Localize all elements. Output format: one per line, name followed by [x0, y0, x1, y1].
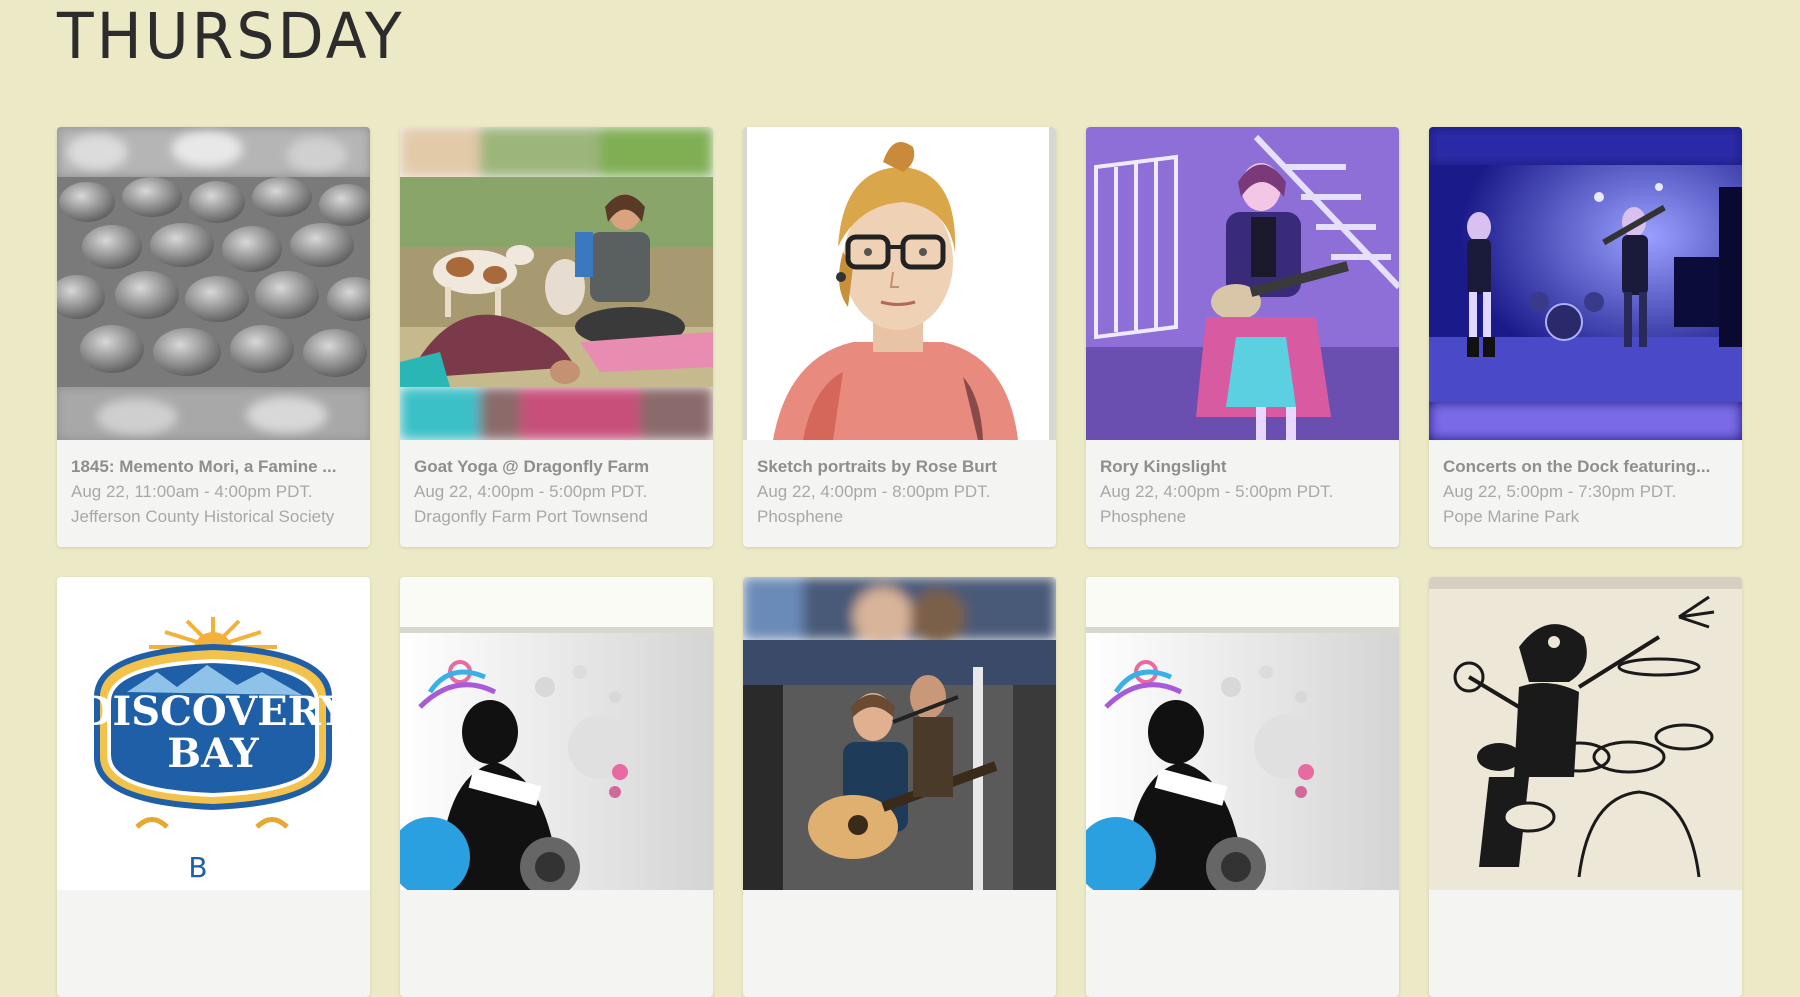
event-card[interactable]: Rory Kingslight Aug 22, 4:00pm - 5:00pm … — [1086, 127, 1399, 547]
logo-text-discovery: DISCOVERY — [78, 688, 349, 735]
event-info: Sketch portraits by Rose Burt Aug 22, 4:… — [743, 440, 1056, 547]
event-image-dj-turntable[interactable] — [400, 577, 713, 890]
day-heading: THURSDAY — [57, 0, 405, 74]
event-card[interactable]: Concerts on the Dock featuring... Aug 22… — [1429, 127, 1742, 547]
event-card[interactable] — [1429, 577, 1742, 997]
event-image-watercolor-portrait[interactable] — [743, 127, 1056, 440]
event-title[interactable]: Rory Kingslight — [1100, 455, 1385, 479]
logo-text-bay: BAY — [167, 730, 259, 777]
event-info — [743, 890, 1056, 997]
event-card[interactable] — [1086, 577, 1399, 997]
event-info — [57, 890, 370, 997]
event-info: Rory Kingslight Aug 22, 4:00pm - 5:00pm … — [1086, 440, 1399, 547]
event-venue: Pope Marine Park — [1443, 507, 1580, 526]
event-time: Aug 22, 5:00pm - 7:30pm PDT. — [1443, 482, 1677, 501]
event-venue: Jefferson County Historical Society — [71, 507, 335, 526]
event-info: 1845: Memento Mori, a Famine ... Aug 22,… — [57, 440, 370, 547]
event-card[interactable] — [743, 577, 1056, 997]
event-title[interactable]: Concerts on the Dock featuring... — [1443, 455, 1728, 479]
event-title[interactable]: Goat Yoga @ Dragonfly Farm — [414, 455, 699, 479]
event-card[interactable] — [400, 577, 713, 997]
event-image-drummer-illustration[interactable] — [1429, 577, 1742, 890]
event-image-ukulele-player[interactable] — [1086, 127, 1399, 440]
event-time: Aug 22, 4:00pm - 5:00pm PDT. — [1100, 482, 1334, 501]
event-card[interactable]: Goat Yoga @ Dragonfly Farm Aug 22, 4:00p… — [400, 127, 713, 547]
event-image-guitar-singer[interactable] — [743, 577, 1056, 890]
event-time: Aug 22, 11:00am - 4:00pm PDT. — [71, 482, 313, 501]
event-image-dj-turntable[interactable] — [1086, 577, 1399, 890]
event-image-discovery-bay-logo[interactable]: DISCOVERY BAY B — [57, 577, 370, 890]
event-info — [1086, 890, 1399, 997]
event-info: Goat Yoga @ Dragonfly Farm Aug 22, 4:00p… — [400, 440, 713, 547]
event-title[interactable]: Sketch portraits by Rose Burt — [757, 455, 1042, 479]
event-image-goat-yoga[interactable] — [400, 127, 713, 440]
svg-text:B: B — [188, 851, 237, 884]
event-grid: 1845: Memento Mori, a Famine ... Aug 22,… — [57, 127, 1742, 997]
event-info: Concerts on the Dock featuring... Aug 22… — [1429, 440, 1742, 547]
event-card[interactable]: Sketch portraits by Rose Burt Aug 22, 4:… — [743, 127, 1056, 547]
event-venue: Dragonfly Farm Port Townsend — [414, 507, 649, 526]
event-time: Aug 22, 4:00pm - 8:00pm PDT. — [757, 482, 991, 501]
event-info — [1429, 890, 1742, 997]
event-venue: Phosphene — [757, 507, 844, 526]
event-venue: Phosphene — [1100, 507, 1187, 526]
event-card[interactable]: 1845: Memento Mori, a Famine ... Aug 22,… — [57, 127, 370, 547]
event-card[interactable]: DISCOVERY BAY B — [57, 577, 370, 997]
event-image-grey-potatoes[interactable] — [57, 127, 370, 440]
event-info — [400, 890, 713, 997]
event-time: Aug 22, 4:00pm - 5:00pm PDT. — [414, 482, 648, 501]
event-image-concert-stage[interactable] — [1429, 127, 1742, 440]
event-title[interactable]: 1845: Memento Mori, a Famine ... — [71, 455, 356, 479]
